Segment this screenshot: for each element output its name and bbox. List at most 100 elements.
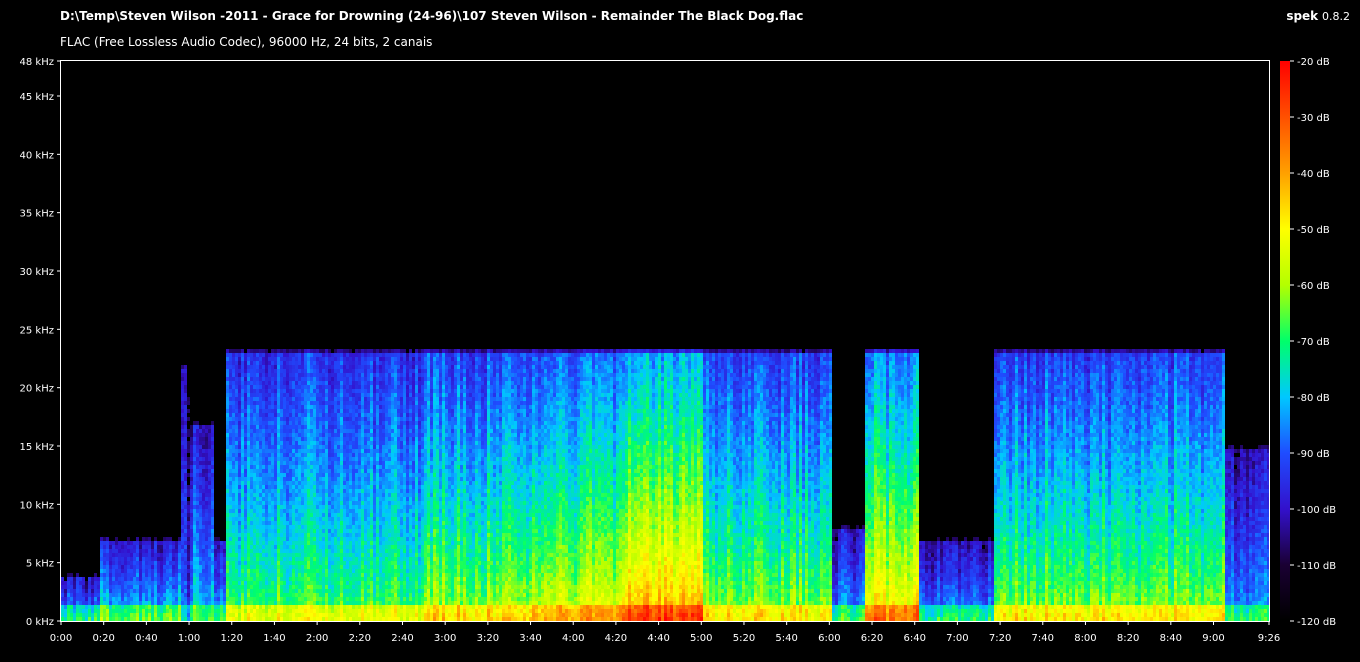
spectrogram-cell <box>232 589 235 593</box>
spectrogram-cell <box>268 377 271 381</box>
spectrogram-cell <box>313 401 316 405</box>
spectrogram-cell <box>181 493 184 497</box>
spectrogram-cell <box>268 537 271 541</box>
spectrogram-cell <box>145 605 148 609</box>
spectrogram-cell <box>145 545 148 549</box>
spectrogram-cell <box>238 485 241 489</box>
spectrogram-cell <box>280 609 283 613</box>
spectrogram-cell <box>91 577 94 581</box>
spectrogram-cell <box>244 521 247 525</box>
spectrogram-cell <box>343 465 346 469</box>
spectrogram-cell <box>337 409 340 413</box>
spectrogram-cell <box>379 401 382 405</box>
spectrogram-cell <box>367 441 370 445</box>
spectrogram-cell <box>286 389 289 393</box>
spectrogram-cell <box>307 533 310 537</box>
spectrogram-cell <box>265 513 268 517</box>
spectrogram-cell <box>328 529 331 533</box>
spectrogram-cell <box>139 589 142 593</box>
spectrogram-cell <box>334 445 337 449</box>
spectrogram-cell <box>124 577 127 581</box>
spectrogram-cell <box>169 593 172 597</box>
spectrogram-cell <box>187 557 190 561</box>
spectrogram-cell <box>352 393 355 397</box>
spectrogram-cell <box>145 541 148 545</box>
spectrogram-cell <box>346 565 349 569</box>
spectrogram-cell <box>205 541 208 545</box>
spectrogram-cell <box>343 457 346 461</box>
spectrogram-cell <box>190 529 193 533</box>
spectrogram-cell <box>241 557 244 561</box>
spectrogram-cell <box>139 609 142 613</box>
spectrogram-cell <box>286 481 289 485</box>
spectrogram-cell <box>196 561 199 565</box>
spectrogram-cell <box>340 441 343 445</box>
spectrogram-cell <box>142 613 145 617</box>
spectrogram-cell <box>253 581 256 585</box>
spectrogram-cell <box>298 581 301 585</box>
spectrogram-cell <box>343 565 346 569</box>
spectrogram-cell <box>265 349 268 353</box>
spectrogram-cell <box>172 557 175 561</box>
spectrogram-cell <box>250 505 253 509</box>
spectrogram-cell <box>259 433 262 437</box>
spectrogram-cell <box>202 433 205 437</box>
spectrogram-cell <box>307 465 310 469</box>
spectrogram-cell <box>313 417 316 421</box>
spectrogram-cell <box>238 497 241 501</box>
spectrogram-cell <box>121 565 124 569</box>
spectrogram-cell <box>244 389 247 393</box>
spectrogram-cell <box>349 469 352 473</box>
spectrogram-cell <box>268 437 271 441</box>
spectrogram-cell <box>262 381 265 385</box>
spectrogram-cell <box>235 457 238 461</box>
spectrogram-cell <box>379 585 382 589</box>
spectrogram-cell <box>382 529 385 533</box>
spectrogram-cell <box>286 557 289 561</box>
spectrogram-cell <box>190 493 193 497</box>
spectrogram-cell <box>196 553 199 557</box>
spectrogram-cell <box>343 521 346 525</box>
spectrogram-cell <box>97 581 100 585</box>
spectrogram-cell <box>316 353 319 357</box>
spectrogram-cell <box>208 521 211 525</box>
spectrogram-cell <box>247 353 250 357</box>
spectrogram-cell <box>184 381 187 385</box>
spectrogram-cell <box>313 517 316 521</box>
spectrogram-cell <box>283 557 286 561</box>
spectrogram-cell <box>340 493 343 497</box>
spectrogram-cell <box>370 533 373 537</box>
spectrogram-cell <box>133 597 136 601</box>
spectrogram-cell <box>325 613 328 617</box>
spectrogram-cell <box>373 573 376 577</box>
spectrogram-cell <box>229 393 232 397</box>
spectrogram-cell <box>310 453 313 457</box>
spectrogram-cell <box>256 561 259 565</box>
spectrogram-cell <box>259 485 262 489</box>
spectrogram-cell <box>205 593 208 597</box>
spectrogram-cell <box>301 521 304 525</box>
spectrogram-cell <box>172 605 175 609</box>
spectrogram-cell <box>280 477 283 481</box>
spectrogram-cell <box>229 541 232 545</box>
spectrogram-cell <box>367 493 370 497</box>
spectrogram-cell <box>385 477 388 481</box>
spectrogram-cell <box>271 533 274 537</box>
spectrogram-cell <box>175 581 178 585</box>
spectrogram-cell <box>148 577 151 581</box>
spectrogram-cell <box>310 433 313 437</box>
spectrogram-cell <box>298 397 301 401</box>
spectrogram-cell <box>304 545 307 549</box>
spectrogram-cell <box>379 377 382 381</box>
spectrogram-cell <box>343 417 346 421</box>
spectrogram-cell <box>379 349 382 353</box>
spectrogram-cell <box>292 377 295 381</box>
spectrogram-cell <box>187 397 190 401</box>
spectrogram-cell <box>241 609 244 613</box>
spectrogram-cell <box>274 493 277 497</box>
spectrogram-cell <box>319 413 322 417</box>
spectrogram-cell <box>202 537 205 541</box>
spectrogram-cell <box>106 585 109 589</box>
spectrogram-cell <box>232 385 235 389</box>
spectrogram-cell <box>358 617 361 621</box>
